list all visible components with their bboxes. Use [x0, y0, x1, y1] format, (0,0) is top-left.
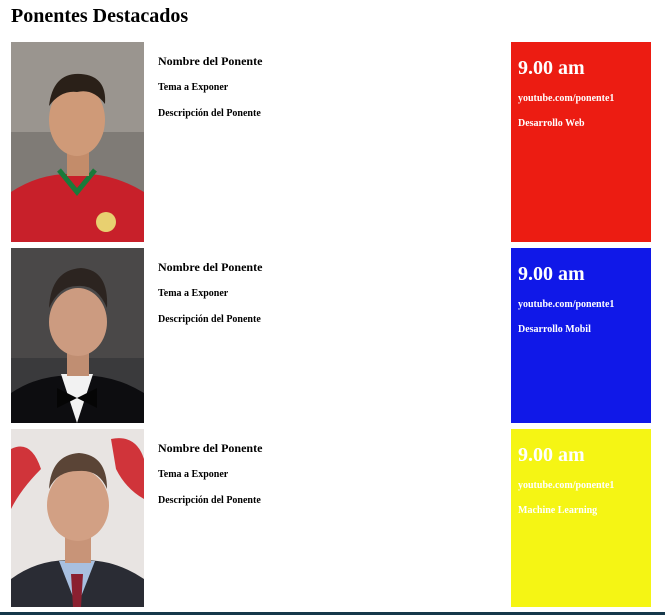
speaker-row: Nombre del Ponente Tema a Exponer Descri…: [11, 248, 651, 423]
speaker-photo: [11, 429, 144, 607]
speaker-name: Nombre del Ponente: [158, 260, 263, 274]
speaker-info: Nombre del Ponente Tema a Exponer Descri…: [158, 260, 262, 339]
speaker-name: Nombre del Ponente: [158, 54, 263, 68]
speaker-photo-1: [11, 42, 144, 242]
speaker-link[interactable]: youtube.com/ponente1: [518, 298, 644, 311]
schedule-time: 9.00 am: [518, 57, 585, 79]
speaker-info: Nombre del Ponente Tema a Exponer Descri…: [158, 54, 262, 133]
speaker-photo-3: [11, 429, 144, 607]
speaker-topic: Tema a Exponer: [158, 469, 229, 480]
speaker-track: Desarrollo Web: [518, 118, 585, 129]
speaker-link[interactable]: youtube.com/ponente1: [518, 479, 644, 492]
speaker-topic: Tema a Exponer: [158, 288, 229, 299]
speaker-description: Descripción del Ponente: [158, 108, 261, 119]
schedule-card: 9.00 am youtube.com/ponente1 Desarrollo …: [511, 248, 651, 423]
schedule-time: 9.00 am: [518, 263, 585, 285]
speaker-description: Descripción del Ponente: [158, 314, 261, 325]
schedule-card: 9.00 am youtube.com/ponente1 Desarrollo …: [511, 42, 651, 242]
speaker-photo-2: [11, 248, 144, 423]
speaker-row: Nombre del Ponente Tema a Exponer Descri…: [11, 429, 651, 607]
speaker-photo: [11, 248, 144, 423]
page-title: Ponentes Destacados: [11, 5, 189, 27]
speaker-description: Descripción del Ponente: [158, 495, 261, 506]
schedule-time: 9.00 am: [518, 444, 585, 466]
schedule-card: 9.00 am youtube.com/ponente1 Machine Lea…: [511, 429, 651, 607]
speaker-track: Machine Learning: [518, 505, 598, 516]
speaker-track: Desarrollo Mobil: [518, 324, 591, 335]
speaker-link[interactable]: youtube.com/ponente1: [518, 92, 644, 105]
speaker-name: Nombre del Ponente: [158, 441, 263, 455]
speaker-row: Nombre del Ponente Tema a Exponer Descri…: [11, 42, 651, 242]
speaker-topic: Tema a Exponer: [158, 82, 229, 93]
speaker-info: Nombre del Ponente Tema a Exponer Descri…: [158, 441, 262, 520]
speaker-photo: [11, 42, 144, 242]
